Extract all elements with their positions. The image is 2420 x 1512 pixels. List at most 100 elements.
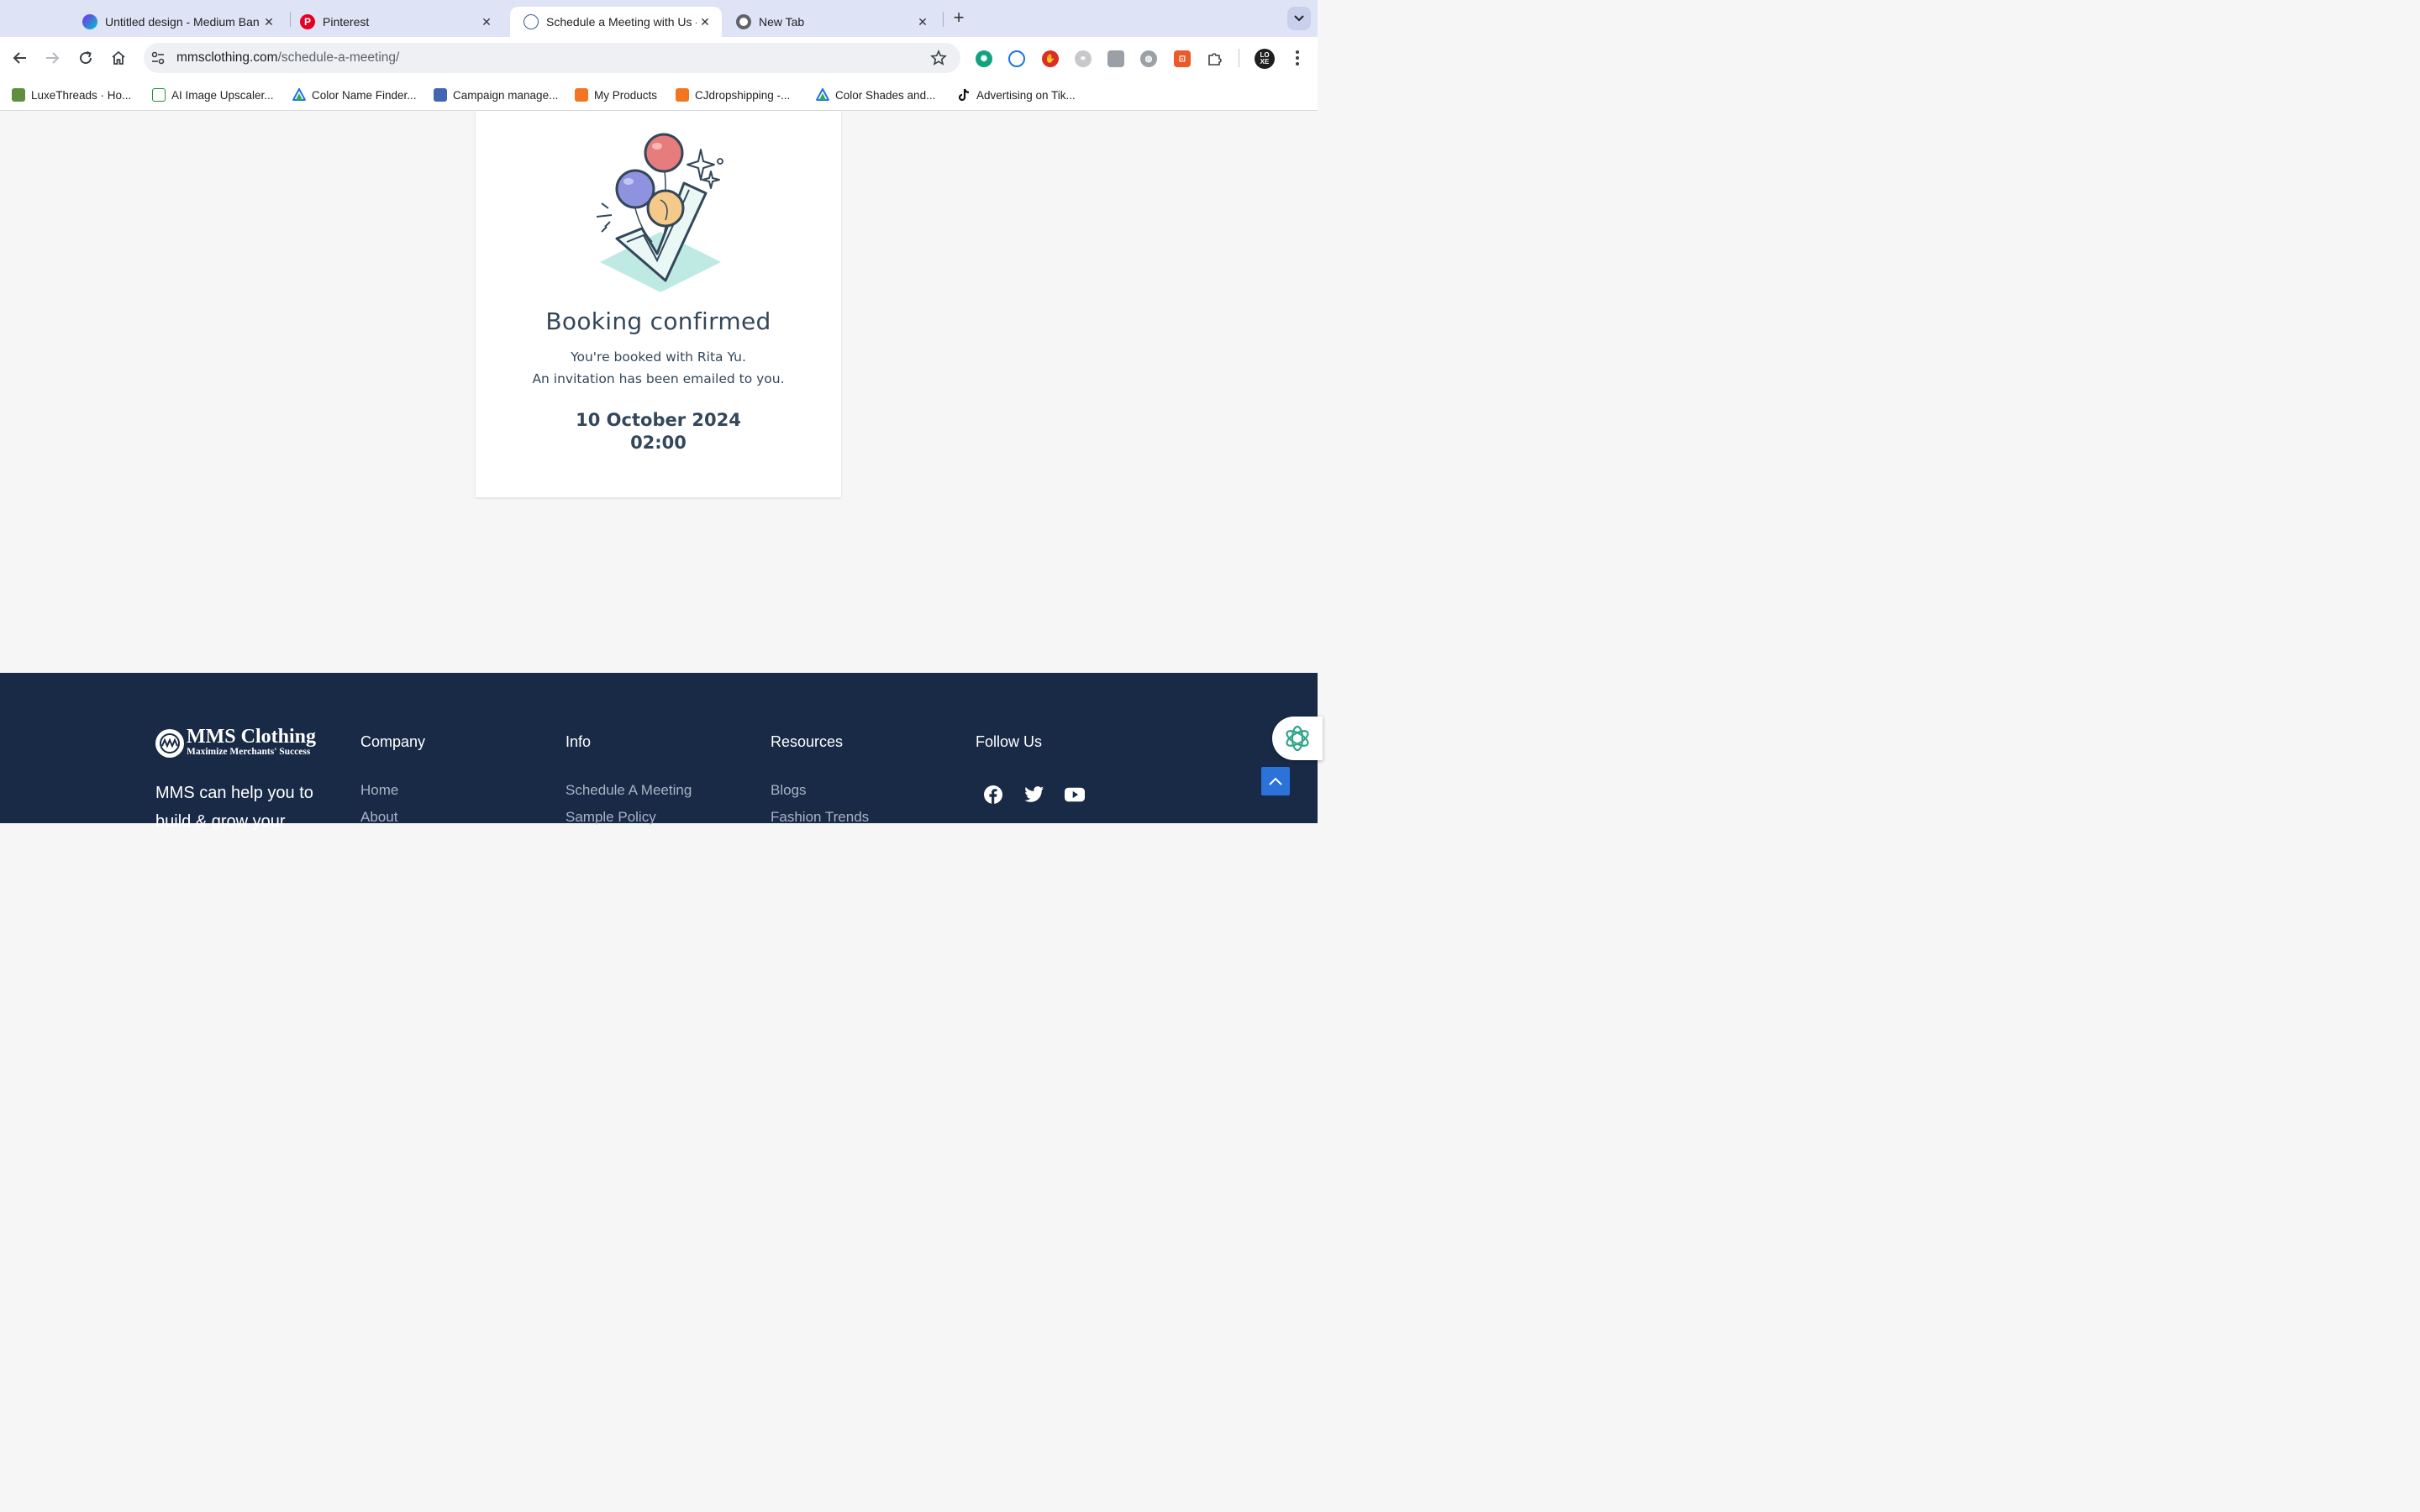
tab-title: Pinterest bbox=[323, 15, 370, 29]
back-to-top-button[interactable] bbox=[1261, 767, 1290, 795]
tab-separator bbox=[943, 12, 944, 27]
site-footer: MMS Clothing Maximize Merchants' Success… bbox=[0, 673, 1318, 831]
tag-extension-icon[interactable] bbox=[1008, 50, 1025, 67]
twitter-icon[interactable] bbox=[1024, 785, 1044, 805]
new-tab-button[interactable]: + bbox=[950, 8, 968, 29]
close-tab-icon[interactable]: ✕ bbox=[697, 13, 713, 30]
image-upscaler-icon bbox=[152, 88, 166, 102]
chrome-icon bbox=[736, 14, 751, 29]
tiktok-icon bbox=[958, 88, 970, 102]
footer-heading-resources: Resources bbox=[771, 733, 844, 750]
extensions-puzzle-icon[interactable] bbox=[1207, 50, 1223, 67]
bookmark-tiktok-advertising[interactable]: Advertising on Tik... bbox=[957, 87, 1076, 103]
tab-title: Schedule a Meeting with Us - bbox=[546, 15, 697, 29]
home-button[interactable] bbox=[108, 48, 129, 68]
bookmark-luxethreads[interactable]: LuxeThreads · Ho... bbox=[12, 87, 131, 103]
chatgpt-icon bbox=[1286, 725, 1309, 752]
tab-strip: Untitled design - Medium Ban ✕ P Pintere… bbox=[0, 0, 1318, 37]
bookmark-label: CJdropshipping -... bbox=[695, 88, 791, 102]
shopify-icon bbox=[12, 88, 25, 102]
tab-canva[interactable]: Untitled design - Medium Ban ✕ bbox=[69, 7, 286, 37]
tab-schedule-meeting[interactable]: Schedule a Meeting with Us - ✕ bbox=[510, 7, 722, 37]
facebook-icon[interactable] bbox=[983, 785, 1003, 805]
globe-extension-icon[interactable]: ◍ bbox=[1140, 50, 1157, 67]
address-bar[interactable]: mmsclothing.com/schedule-a-meeting/ bbox=[144, 43, 960, 73]
reload-button[interactable] bbox=[76, 48, 96, 68]
mms-clothing-icon bbox=[523, 14, 539, 29]
bookmark-color-name-finder[interactable]: Color Name Finder... bbox=[292, 87, 417, 103]
close-tab-icon[interactable]: ✕ bbox=[478, 13, 495, 30]
campaign-icon bbox=[434, 88, 447, 102]
footer-heading-info: Info bbox=[566, 733, 592, 750]
arrow-left-icon bbox=[13, 52, 26, 64]
chevron-up-icon bbox=[1269, 777, 1282, 785]
chat-assistant-button[interactable] bbox=[1272, 717, 1323, 760]
bookmark-color-shades[interactable]: Color Shades and... bbox=[816, 87, 935, 103]
footer-link-sample-policy[interactable]: Sample Policy bbox=[566, 809, 656, 826]
booking-time: 02:00 bbox=[630, 433, 687, 453]
image-extension-icon[interactable] bbox=[1107, 50, 1124, 67]
bookmark-label: Color Name Finder... bbox=[312, 88, 417, 102]
profile-avatar[interactable]: LO XE bbox=[1255, 49, 1275, 69]
chatgpt-extension-icon[interactable]: ✺ bbox=[976, 50, 992, 67]
bookmark-cjdropshipping[interactable]: CJdropshipping -... bbox=[676, 87, 790, 103]
adblock-extension-icon[interactable]: ✋ bbox=[1042, 50, 1059, 67]
footer-link-home[interactable]: Home bbox=[360, 782, 398, 799]
invitation-emailed-text: An invitation has been emailed to you. bbox=[532, 371, 785, 386]
bookmark-label: Color Shades and... bbox=[835, 88, 936, 102]
page-content: Booking confirmed You're booked with Rit… bbox=[0, 111, 1318, 673]
bookmark-label: Advertising on Tik... bbox=[976, 88, 1076, 102]
browser-toolbar: mmsclothing.com/schedule-a-meeting/ ✺ ✋ … bbox=[0, 37, 1318, 79]
footer-link-blogs[interactable]: Blogs bbox=[771, 782, 807, 799]
bookmark-ai-image-upscaler[interactable]: AI Image Upscaler... bbox=[152, 87, 274, 103]
footer-link-about[interactable]: About bbox=[360, 809, 397, 826]
close-tab-icon[interactable]: ✕ bbox=[914, 13, 931, 30]
tab-title: New Tab bbox=[759, 15, 805, 29]
forward-button[interactable] bbox=[42, 48, 62, 68]
tab-new-tab[interactable]: New Tab ✕ bbox=[723, 7, 939, 37]
logo-name: MMS Clothing bbox=[187, 726, 317, 748]
bookmark-my-products[interactable]: My Products bbox=[575, 87, 657, 103]
home-icon bbox=[112, 50, 125, 65]
bookmark-label: My Products bbox=[594, 88, 658, 102]
url-text: mmsclothing.com/schedule-a-meeting/ bbox=[176, 50, 400, 65]
mms-clothing-logo[interactable]: MMS Clothing Maximize Merchants' Success bbox=[155, 726, 324, 759]
footer-link-schedule-meeting[interactable]: Schedule A Meeting bbox=[566, 782, 692, 799]
booking-confirmation-card: Booking confirmed You're booked with Rit… bbox=[476, 111, 841, 497]
tab-pinterest[interactable]: P Pinterest ✕ bbox=[287, 7, 503, 37]
back-button[interactable] bbox=[10, 48, 30, 68]
color-finder-icon bbox=[292, 88, 306, 101]
canva-icon bbox=[82, 14, 97, 29]
cj-icon bbox=[575, 88, 588, 102]
booking-confirmed-heading: Booking confirmed bbox=[545, 307, 771, 335]
bookmark-star-icon[interactable] bbox=[930, 50, 947, 66]
tab-search-button[interactable] bbox=[1287, 7, 1311, 30]
cj-icon bbox=[676, 88, 689, 102]
booked-with-text: You're booked with Rita Yu. bbox=[571, 349, 746, 365]
footer-heading-company: Company bbox=[360, 733, 426, 750]
bookmarks-bar: LuxeThreads · Ho... AI Image Upscaler...… bbox=[0, 79, 1318, 111]
bookmark-label: Campaign manage... bbox=[453, 88, 559, 102]
tab-title: Untitled design - Medium Ban bbox=[105, 15, 260, 29]
footer-about-text: MMS can help you to build & grow your bbox=[155, 784, 313, 831]
shopping-extension-icon[interactable]: ⊡ bbox=[1174, 50, 1191, 67]
booking-date: 10 October 2024 bbox=[576, 410, 741, 430]
youtube-icon[interactable] bbox=[1065, 785, 1085, 805]
chevron-down-icon bbox=[1294, 15, 1304, 22]
site-settings-icon[interactable] bbox=[150, 50, 166, 66]
logo-tagline: Maximize Merchants' Success bbox=[187, 747, 311, 757]
pinterest-icon: P bbox=[300, 14, 315, 29]
browser-menu-button[interactable] bbox=[1289, 50, 1306, 66]
mms-logo-mark-icon bbox=[155, 729, 184, 758]
arrow-right-icon bbox=[46, 52, 60, 64]
balloons-checkmark-illustration bbox=[596, 133, 723, 292]
footer-heading-follow-us: Follow Us bbox=[976, 733, 1043, 750]
link-extension-icon[interactable]: ⚭ bbox=[1075, 50, 1092, 67]
color-shades-icon bbox=[816, 88, 829, 101]
bookmark-label: AI Image Upscaler... bbox=[171, 88, 274, 102]
footer-link-fashion-trends[interactable]: Fashion Trends bbox=[771, 809, 869, 826]
close-tab-icon[interactable]: ✕ bbox=[260, 13, 277, 30]
bookmark-label: LuxeThreads · Ho... bbox=[31, 88, 132, 102]
bookmark-campaign-manager[interactable]: Campaign manage... bbox=[434, 87, 558, 103]
reload-icon bbox=[80, 51, 92, 65]
